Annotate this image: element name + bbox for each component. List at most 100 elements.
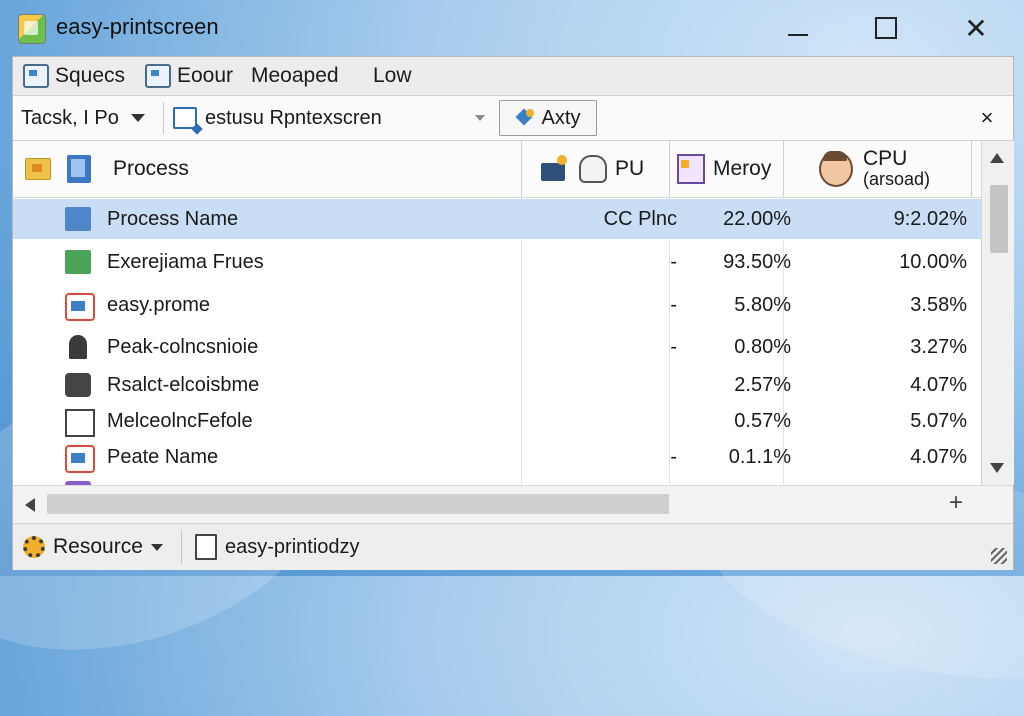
memory-value: 0.80% (734, 335, 791, 358)
source-dropdown-value: estusu Rpntexscren (205, 106, 382, 129)
memory-value: 5.80% (734, 293, 791, 316)
chevron-down-icon (131, 114, 145, 122)
scroll-thumb[interactable] (990, 185, 1008, 253)
apply-button[interactable]: Axty (499, 100, 597, 136)
header-process-label: Process (113, 157, 189, 180)
menu-item-meoaped[interactable]: Meoaped (251, 63, 339, 89)
column-divider (783, 141, 784, 197)
memory-value: 2.57% (734, 373, 791, 396)
apply-button-label: Axty (541, 106, 581, 129)
scroll-left-icon[interactable] (25, 498, 35, 512)
add-icon[interactable]: + (943, 489, 969, 516)
process-name: Peate Name (107, 445, 219, 468)
status-document[interactable]: easy-printiodzy (195, 532, 360, 562)
pu-value: - (670, 445, 677, 468)
column-divider (669, 141, 670, 197)
document-icon (195, 534, 217, 560)
monitor-icon (145, 64, 171, 88)
close-icon: × (980, 105, 994, 130)
table-row[interactable]: MelceolncFefole 0.57% 5.07% (13, 401, 981, 441)
close-window-button[interactable]: ✕ (948, 6, 1004, 50)
memory-value: 93.50% (723, 250, 791, 273)
table-row[interactable]: Peate Name - 0.1.1% 4.07% (13, 437, 981, 477)
header-cpu-sublabel: (arsoad) (863, 169, 931, 189)
filter-dropdown[interactable]: Tacsk, I Po (21, 102, 155, 134)
table-row[interactable]: Rsalct-elcoisbme 2.57% 4.07% (13, 365, 981, 405)
chevron-down-icon (150, 543, 163, 551)
cpu-value: 4.07% (910, 373, 967, 396)
cpu-value: 3.27% (910, 335, 967, 358)
column-divider (971, 141, 972, 197)
scroll-down-icon[interactable] (990, 463, 1004, 473)
table-row[interactable]: Exerejiama Frues - 93.50% 10.00% (13, 242, 981, 282)
header-cpu[interactable]: CPU (arsoad) (819, 141, 930, 197)
toolbar-divider (163, 102, 164, 134)
menu-bar: Squecs Eoour Meoaped Low (13, 57, 1013, 96)
minimize-button[interactable] (770, 6, 826, 50)
document-icon (67, 155, 91, 183)
process-table: Process PU Meroy CPU (arsoad) Process Na… (13, 141, 981, 485)
list-icon (65, 409, 95, 437)
title-bar[interactable]: easy-printscreen ✕ (0, 0, 1024, 56)
process-name: MelceolncFefole (107, 409, 253, 432)
table-row[interactable]: Pe... 0.00% 0.00% (13, 473, 981, 485)
menu-item-eoour[interactable]: Eoour (145, 63, 233, 89)
header-memory[interactable]: Meroy (677, 141, 771, 197)
window-capture-icon (173, 107, 197, 129)
gear-icon (23, 536, 45, 558)
table-row[interactable]: easy.prome - 5.80% 3.58% (13, 285, 981, 325)
pu-value (533, 401, 677, 441)
process-name: easy.prome (107, 293, 211, 316)
status-divider (181, 530, 182, 564)
screenshot-icon (23, 64, 49, 88)
memory-value: 22.00% (723, 207, 791, 230)
maximize-button[interactable] (858, 6, 914, 50)
status-bar: Resource easy-printiodzy (13, 523, 1013, 570)
pu-value: - (670, 335, 677, 358)
source-dropdown[interactable]: estusu Rpntexscren (173, 102, 503, 134)
cpu-value: 3.58% (910, 293, 967, 316)
folder-icon (25, 158, 51, 180)
menu-item-squecs[interactable]: Squecs (23, 63, 125, 89)
app-icon (65, 293, 95, 321)
close-icon: ✕ (964, 12, 988, 44)
chevron-down-icon (475, 115, 485, 121)
vertical-scrollbar[interactable] (981, 141, 1014, 485)
menu-item-low[interactable]: Low (373, 63, 412, 89)
pu-value: - (670, 293, 677, 316)
minimize-icon (788, 34, 808, 36)
process-name: Pe... (107, 473, 527, 486)
pu-value: CC Plnc (603, 207, 677, 230)
process-name: Process Name (107, 207, 239, 230)
process-name: Exerejiama Frues (107, 250, 264, 273)
cpu-value: 5.07% (910, 409, 967, 432)
resource-dropdown[interactable]: Resource (23, 532, 163, 562)
memory-icon (677, 154, 705, 184)
horizontal-scroll-thumb[interactable] (47, 494, 669, 514)
resize-grip-icon[interactable] (991, 548, 1007, 564)
memory-value: 0.00% (681, 473, 791, 486)
header-pu[interactable]: PU (541, 141, 644, 197)
header-cpu-label: CPU (863, 147, 908, 170)
cpu-value: 10.00% (899, 250, 967, 273)
user-avatar-icon (819, 151, 853, 187)
toolbar-close-button[interactable]: × (973, 104, 1001, 132)
table-row[interactable]: Process Name CC Plnc 22.00% 9:2.02% (13, 199, 981, 239)
pu-value (533, 365, 677, 405)
menu-label: Meoaped (251, 64, 339, 87)
menu-label: Eoour (177, 64, 234, 87)
main-panel: Squecs Eoour Meoaped Low Tacsk, I Po est… (12, 56, 1014, 570)
ghost-icon (579, 155, 607, 183)
menu-label: Low (373, 64, 412, 87)
process-name: Rsalct-elcoisbme (107, 373, 260, 396)
horizontal-scrollbar[interactable]: + (13, 485, 1013, 522)
toolbar: Tacsk, I Po estusu Rpntexscren Axty × (13, 96, 1013, 141)
cpu-value: 4.07% (910, 445, 967, 468)
printer-icon (65, 373, 91, 397)
scroll-up-icon[interactable] (990, 153, 1004, 163)
header-pu-label: PU (615, 157, 645, 180)
header-process[interactable]: Process (25, 141, 189, 197)
table-row[interactable]: Peak-colncsnioie - 0.80% 3.27% (13, 327, 981, 367)
memory-value: 0.1.1% (728, 445, 791, 468)
window-icon (65, 207, 91, 231)
